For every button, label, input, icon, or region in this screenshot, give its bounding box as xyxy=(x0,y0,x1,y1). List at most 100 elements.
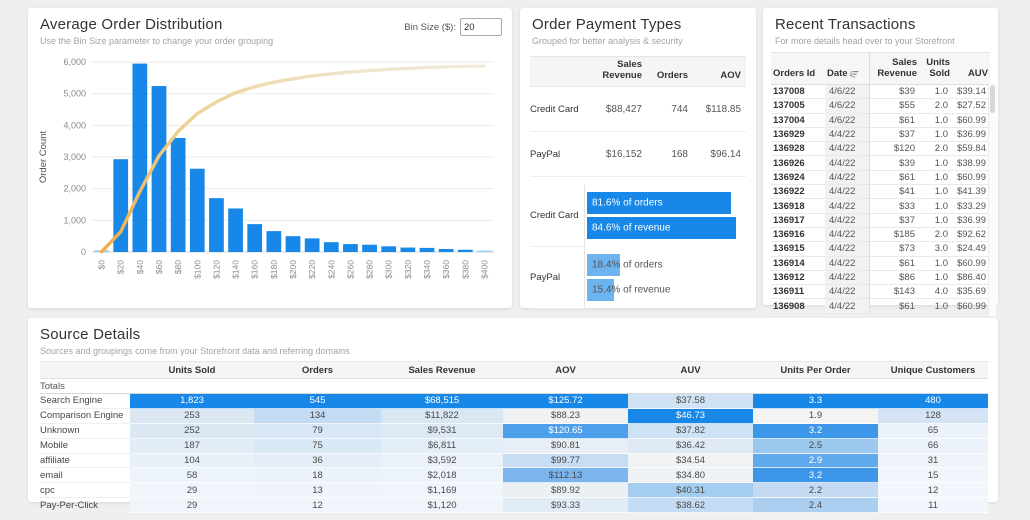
cell-sales-revenue[interactable]: $143 xyxy=(869,285,919,300)
source-heatmap-cell[interactable]: $3,592 xyxy=(381,453,503,469)
cell-date[interactable]: 4/4/22 xyxy=(825,156,869,171)
cell-sales-revenue[interactable]: $39 xyxy=(869,156,919,171)
source-heatmap-cell[interactable]: 18 xyxy=(254,468,381,484)
source-heatmap-cell[interactable]: $93.33 xyxy=(503,498,628,514)
cell-units-sold[interactable]: 1.0 xyxy=(919,85,952,100)
cell-auv[interactable]: $92.62 xyxy=(952,228,990,243)
cell-auv[interactable]: $36.99 xyxy=(952,128,990,143)
source-heatmap-cell[interactable]: 1,823 xyxy=(130,394,254,409)
cell-auv[interactable]: $39.14 xyxy=(952,85,990,100)
source-heatmap-cell[interactable]: $99.77 xyxy=(503,453,628,469)
cell-date[interactable]: 4/4/22 xyxy=(825,199,869,214)
cell-orders-id[interactable]: 137004 xyxy=(771,114,825,128)
source-heatmap-cell[interactable]: 58 xyxy=(130,468,254,484)
cell-orders-id[interactable]: 136908 xyxy=(771,299,825,314)
source-heatmap-cell[interactable]: 134 xyxy=(254,408,381,424)
cell-date[interactable]: 4/4/22 xyxy=(825,213,869,228)
source-heatmap-cell[interactable]: 65 xyxy=(878,423,988,439)
cell-auv[interactable]: $60.99 xyxy=(952,299,990,314)
cell-units-sold[interactable]: 1.0 xyxy=(919,199,952,214)
source-heatmap-cell[interactable]: 128 xyxy=(878,408,988,424)
cell-auv[interactable]: $35.69 xyxy=(952,285,990,300)
source-heatmap-cell[interactable]: 253 xyxy=(130,408,254,424)
cell-sales-revenue[interactable]: $37 xyxy=(869,213,919,228)
cell-auv[interactable]: $36.99 xyxy=(952,214,990,228)
source-heatmap-cell[interactable]: $34.80 xyxy=(628,468,753,484)
cell-orders-id[interactable]: 137008 xyxy=(771,85,825,100)
cell-units-sold[interactable]: 2.0 xyxy=(919,99,952,114)
cell-date[interactable]: 4/4/22 xyxy=(825,256,869,271)
cell-units-sold[interactable]: 1.0 xyxy=(919,214,952,228)
cell-units-sold[interactable]: 2.0 xyxy=(919,228,952,243)
cell-auv[interactable]: $86.40 xyxy=(952,271,990,286)
source-heatmap-cell[interactable]: 29 xyxy=(130,483,254,499)
cell-units-sold[interactable]: 1.0 xyxy=(919,128,952,143)
source-heatmap-cell[interactable]: 3.3 xyxy=(753,394,878,409)
source-heatmap-cell[interactable]: $6,811 xyxy=(381,438,503,454)
source-heatmap-cell[interactable]: 3.2 xyxy=(753,468,878,484)
bin-size-input[interactable] xyxy=(460,18,502,36)
cell-date[interactable]: 4/4/22 xyxy=(825,127,869,143)
source-heatmap-cell[interactable]: $11,822 xyxy=(381,408,503,424)
source-heatmap-cell[interactable]: 66 xyxy=(878,438,988,454)
source-heatmap-cell[interactable]: 480 xyxy=(878,394,988,409)
source-heatmap-cell[interactable]: 13 xyxy=(254,483,381,499)
source-heatmap-cell[interactable]: $46.73 xyxy=(628,408,753,424)
source-heatmap-cell[interactable]: 11 xyxy=(878,498,988,514)
cell-sales-revenue[interactable]: $120 xyxy=(869,142,919,157)
source-heatmap-cell[interactable]: $125.72 xyxy=(503,394,628,409)
source-heatmap-cell[interactable]: $90.81 xyxy=(503,438,628,454)
cell-auv[interactable]: $60.99 xyxy=(952,114,990,128)
source-heatmap-cell[interactable]: 36 xyxy=(254,453,381,469)
cell-units-sold[interactable]: 3.0 xyxy=(919,242,952,257)
source-heatmap-cell[interactable]: 15 xyxy=(878,468,988,484)
source-heatmap-cell[interactable]: $40.31 xyxy=(628,483,753,499)
cell-date[interactable]: 4/6/22 xyxy=(825,99,869,114)
source-heatmap-cell[interactable]: 2.9 xyxy=(753,453,878,469)
source-heatmap-cell[interactable]: 3.2 xyxy=(753,423,878,439)
cell-auv[interactable]: $59.84 xyxy=(952,142,990,157)
cell-date[interactable]: 4/4/22 xyxy=(825,142,869,157)
source-heatmap-cell[interactable]: 12 xyxy=(878,483,988,499)
cell-sales-revenue[interactable]: $41 xyxy=(869,185,919,200)
source-heatmap-cell[interactable]: $34.54 xyxy=(628,453,753,469)
source-heatmap-cell[interactable]: $112.13 xyxy=(503,468,628,484)
cell-orders-id[interactable]: 136918 xyxy=(771,199,825,214)
scrollbar-thumb[interactable] xyxy=(990,85,995,113)
cell-sales-revenue[interactable]: $185 xyxy=(869,227,919,243)
source-heatmap-cell[interactable]: $36.42 xyxy=(628,438,753,454)
cell-sales-revenue[interactable]: $39 xyxy=(869,85,919,100)
source-heatmap-cell[interactable]: $38.62 xyxy=(628,498,753,514)
source-heatmap-cell[interactable]: $1,120 xyxy=(381,498,503,514)
source-heatmap-cell[interactable]: $1,169 xyxy=(381,483,503,499)
cell-orders-id[interactable]: 136911 xyxy=(771,285,825,300)
cell-units-sold[interactable]: 2.0 xyxy=(919,142,952,157)
source-heatmap-cell[interactable]: 2.5 xyxy=(753,438,878,454)
source-heatmap-cell[interactable]: $9,531 xyxy=(381,423,503,439)
cell-date[interactable]: 4/4/22 xyxy=(825,242,869,257)
cell-orders-id[interactable]: 136926 xyxy=(771,156,825,171)
cell-auv[interactable]: $24.49 xyxy=(952,242,990,257)
transactions-scrollbar[interactable] xyxy=(988,84,996,316)
cell-units-sold[interactable]: 1.0 xyxy=(919,185,952,200)
source-heatmap-cell[interactable]: 75 xyxy=(254,438,381,454)
cell-units-sold[interactable]: 1.0 xyxy=(919,257,952,271)
cell-date[interactable]: 4/4/22 xyxy=(825,270,869,286)
cell-sales-revenue[interactable]: $61 xyxy=(869,170,919,186)
cell-date[interactable]: 4/4/22 xyxy=(825,170,869,186)
source-heatmap-cell[interactable]: 187 xyxy=(130,438,254,454)
cell-auv[interactable]: $27.52 xyxy=(952,99,990,114)
cell-orders-id[interactable]: 136912 xyxy=(771,271,825,286)
source-heatmap-cell[interactable]: 1.9 xyxy=(753,408,878,424)
cell-orders-id[interactable]: 136924 xyxy=(771,171,825,186)
cell-orders-id[interactable]: 136915 xyxy=(771,242,825,257)
source-heatmap-cell[interactable]: 12 xyxy=(254,498,381,514)
source-heatmap-cell[interactable]: $37.58 xyxy=(628,394,753,409)
cell-units-sold[interactable]: 4.0 xyxy=(919,285,952,300)
source-heatmap-cell[interactable]: $89.92 xyxy=(503,483,628,499)
cell-date[interactable]: 4/4/22 xyxy=(825,285,869,300)
source-heatmap-cell[interactable]: 104 xyxy=(130,453,254,469)
cell-auv[interactable]: $38.99 xyxy=(952,156,990,171)
sort-descending-icon[interactable] xyxy=(850,70,859,79)
cell-sales-revenue[interactable]: $61 xyxy=(869,256,919,271)
